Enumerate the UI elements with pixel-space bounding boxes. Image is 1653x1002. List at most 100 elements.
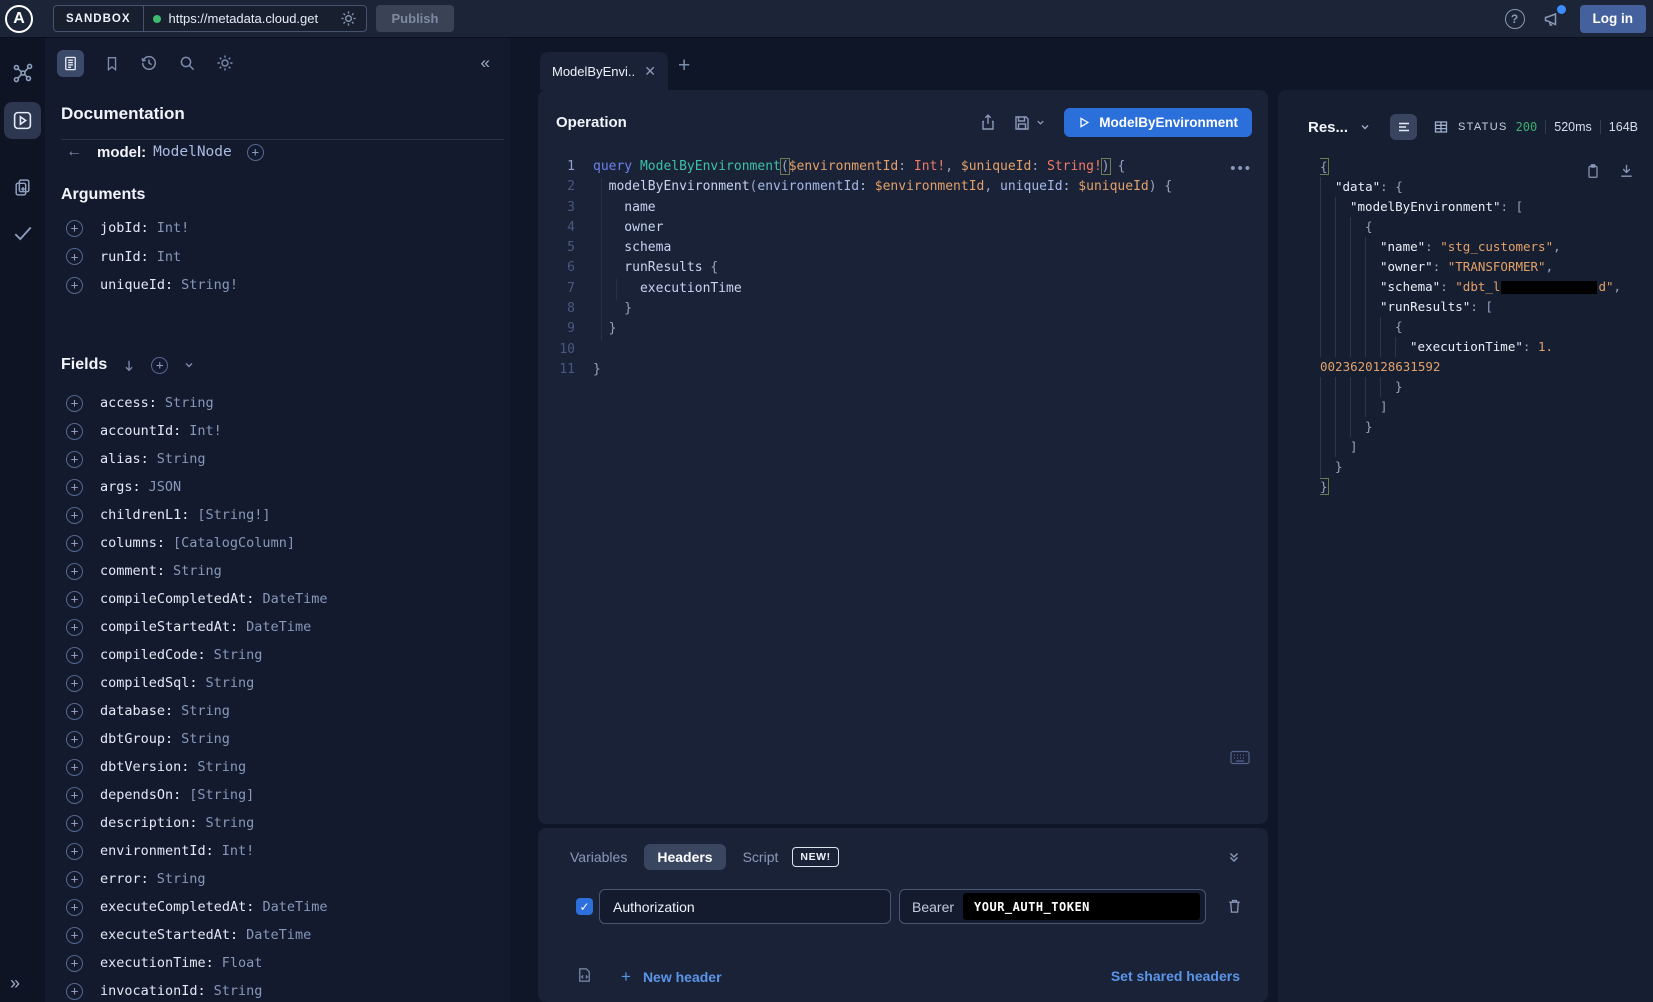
- delete-header-icon[interactable]: [1226, 897, 1243, 915]
- add-field-icon[interactable]: +: [66, 955, 83, 972]
- add-field-icon[interactable]: +: [66, 220, 83, 237]
- field-row[interactable]: +executeStartedAt:DateTime: [45, 921, 510, 949]
- add-field-icon[interactable]: +: [66, 423, 83, 440]
- operation-collections-icon[interactable]: [4, 169, 41, 206]
- code-line[interactable]: 5 schema: [538, 238, 1268, 258]
- response-chevron-icon[interactable]: [1359, 121, 1371, 133]
- add-field-icon[interactable]: +: [66, 507, 83, 524]
- tab-variables[interactable]: Variables: [570, 849, 627, 865]
- share-icon[interactable]: [979, 113, 997, 132]
- code-line[interactable]: 11}: [538, 360, 1268, 380]
- add-field-icon[interactable]: +: [66, 843, 83, 860]
- field-row[interactable]: +invocationId:String: [45, 977, 510, 1002]
- code-line[interactable]: 4 owner: [538, 218, 1268, 238]
- auth-token-value[interactable]: YOUR_AUTH_TOKEN: [963, 893, 1200, 920]
- code-line[interactable]: 8 }: [538, 299, 1268, 319]
- add-field-icon[interactable]: +: [66, 619, 83, 636]
- field-row[interactable]: +accountId:Int!: [45, 417, 510, 445]
- checks-icon[interactable]: [4, 214, 41, 251]
- field-row[interactable]: +database:String: [45, 697, 510, 725]
- code-line[interactable]: 7 executionTime: [538, 279, 1268, 299]
- add-field-icon[interactable]: +: [66, 927, 83, 944]
- keyboard-shortcuts-icon[interactable]: [1230, 750, 1250, 765]
- field-row[interactable]: +args:JSON: [45, 473, 510, 501]
- schema-icon[interactable]: [4, 54, 41, 91]
- field-row[interactable]: +executionTime:Float: [45, 949, 510, 977]
- bookmark-icon[interactable]: [104, 55, 120, 72]
- add-field-icon[interactable]: +: [66, 787, 83, 804]
- field-row[interactable]: +dbtVersion:String: [45, 753, 510, 781]
- more-options-icon[interactable]: •••: [1230, 160, 1252, 177]
- field-row[interactable]: +error:String: [45, 865, 510, 893]
- add-field-icon[interactable]: +: [66, 395, 83, 412]
- new-header-button[interactable]: + New header: [621, 967, 722, 987]
- field-row[interactable]: +columns:[CatalogColumn]: [45, 529, 510, 557]
- announcements-icon[interactable]: [1542, 9, 1563, 29]
- code-line[interactable]: 2 modelByEnvironment(environmentId: $env…: [538, 177, 1268, 197]
- settings-icon[interactable]: [216, 54, 234, 72]
- header-name-input[interactable]: [599, 889, 891, 924]
- history-icon[interactable]: [140, 54, 158, 72]
- publish-button[interactable]: Publish: [376, 5, 455, 32]
- field-row[interactable]: +executeCompletedAt:DateTime: [45, 893, 510, 921]
- sort-fields-icon[interactable]: [122, 358, 136, 373]
- code-line[interactable]: 6 runResults {: [538, 258, 1268, 278]
- field-row[interactable]: +childrenL1:[String!]: [45, 501, 510, 529]
- add-field-icon[interactable]: +: [66, 675, 83, 692]
- add-field-icon[interactable]: +: [66, 899, 83, 916]
- code-line[interactable]: 9 }: [538, 319, 1268, 339]
- save-chevron-icon[interactable]: [1035, 117, 1046, 128]
- add-field-icon[interactable]: +: [66, 759, 83, 776]
- add-field-icon[interactable]: +: [66, 703, 83, 720]
- close-tab-icon[interactable]: ✕: [644, 63, 656, 80]
- chevron-down-icon[interactable]: [183, 359, 195, 371]
- field-row[interactable]: +compiledCode:String: [45, 641, 510, 669]
- header-enabled-checkbox[interactable]: ✓: [576, 898, 593, 915]
- field-row[interactable]: +environmentId:Int!: [45, 837, 510, 865]
- field-row[interactable]: +description:String: [45, 809, 510, 837]
- field-row[interactable]: +dependsOn:[String]: [45, 781, 510, 809]
- add-to-query-icon[interactable]: +: [247, 144, 264, 161]
- field-row[interactable]: +comment:String: [45, 557, 510, 585]
- endpoint-url[interactable]: https://metadata.cloud.get: [169, 11, 332, 26]
- endpoint-settings-icon[interactable]: [340, 10, 357, 27]
- collapse-panel-icon[interactable]: [1226, 849, 1242, 865]
- add-field-icon[interactable]: +: [66, 731, 83, 748]
- login-button[interactable]: Log in: [1580, 5, 1647, 33]
- collapse-sidebar-icon[interactable]: «: [481, 53, 490, 73]
- save-group[interactable]: [1013, 114, 1046, 132]
- argument-row[interactable]: +uniqueId:String!: [45, 271, 510, 300]
- explorer-icon[interactable]: [4, 102, 41, 139]
- field-row[interactable]: +alias:String: [45, 445, 510, 473]
- tab-script[interactable]: Script: [743, 849, 779, 865]
- field-row[interactable]: +compileStartedAt:DateTime: [45, 613, 510, 641]
- query-editor[interactable]: 1query ModelByEnvironment($environmentId…: [538, 157, 1268, 824]
- code-line[interactable]: 10: [538, 340, 1268, 360]
- header-value-field[interactable]: Bearer YOUR_AUTH_TOKEN: [899, 889, 1206, 924]
- expand-rail-icon[interactable]: »: [10, 973, 20, 994]
- documentation-tab-icon[interactable]: [57, 50, 84, 77]
- endpoint-url-chip[interactable]: https://metadata.cloud.get: [144, 6, 366, 31]
- add-field-icon[interactable]: +: [66, 647, 83, 664]
- new-tab-icon[interactable]: +: [678, 54, 690, 78]
- argument-row[interactable]: +runId:Int: [45, 243, 510, 272]
- tab-headers[interactable]: Headers: [644, 844, 725, 870]
- set-shared-headers-link[interactable]: Set shared headers: [1111, 968, 1240, 984]
- search-icon[interactable]: [178, 54, 196, 72]
- add-field-icon[interactable]: +: [66, 563, 83, 580]
- field-row[interactable]: +access:String: [45, 389, 510, 417]
- code-line[interactable]: 1query ModelByEnvironment($environmentId…: [538, 157, 1268, 177]
- argument-row[interactable]: +jobId:Int!: [45, 214, 510, 243]
- add-field-icon[interactable]: +: [66, 591, 83, 608]
- breadcrumb-type[interactable]: ModelNode: [153, 144, 232, 160]
- environment-variables-icon[interactable]: [576, 966, 593, 984]
- save-icon[interactable]: [1013, 114, 1031, 132]
- add-field-icon[interactable]: +: [66, 983, 83, 1000]
- add-field-icon[interactable]: +: [66, 815, 83, 832]
- json-view-toggle[interactable]: [1390, 114, 1417, 140]
- add-field-icon[interactable]: +: [66, 479, 83, 496]
- run-operation-button[interactable]: ModelByEnvironment: [1064, 108, 1252, 137]
- help-icon[interactable]: ?: [1505, 9, 1525, 29]
- operation-tab[interactable]: ModelByEnvi... ✕: [540, 52, 668, 90]
- table-view-toggle[interactable]: [1427, 114, 1454, 140]
